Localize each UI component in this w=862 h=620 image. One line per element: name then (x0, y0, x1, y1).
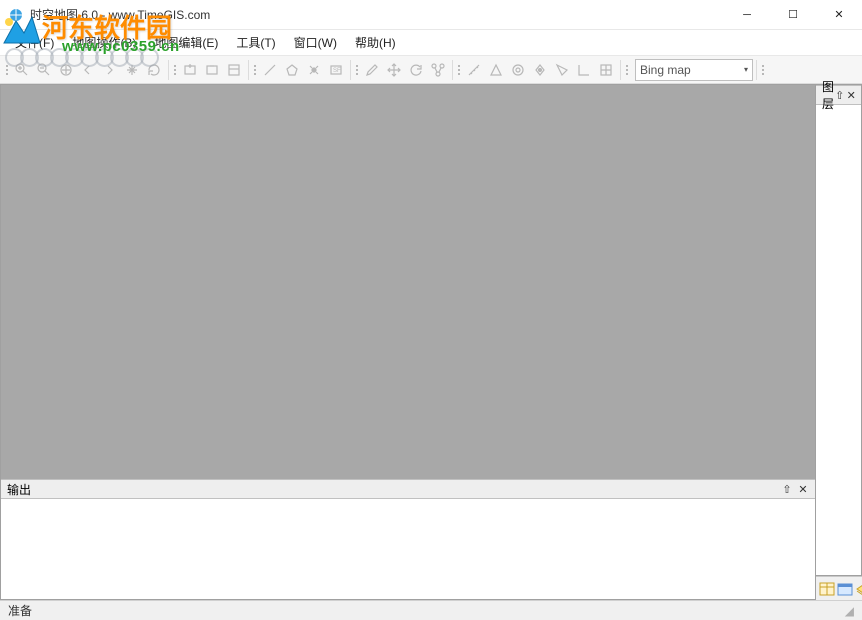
full-extent-icon[interactable] (55, 59, 77, 81)
toolbar-grip-5[interactable] (456, 60, 461, 80)
layer-properties-icon[interactable] (223, 59, 245, 81)
titlebar: 时空地图 6.0 - www.TimeGIS.com ─ ☐ ✕ (0, 0, 862, 30)
layers-panel-title: 图层 (822, 78, 834, 112)
refresh-icon[interactable] (143, 59, 165, 81)
map-provider-dropdown[interactable]: Bing map ▾ (635, 59, 753, 81)
statusbar: 准备 ◢ (0, 600, 862, 620)
next-view-icon[interactable] (99, 59, 121, 81)
toolbar-grip-2[interactable] (172, 60, 177, 80)
toolbar-grip[interactable] (4, 60, 9, 80)
add-layer-icon[interactable] (179, 59, 201, 81)
toolbar-grip-6[interactable] (624, 60, 629, 80)
close-button[interactable]: ✕ (816, 0, 862, 29)
tab-time[interactable] (837, 580, 853, 598)
dropdown-arrow-icon: ▾ (744, 65, 748, 74)
pan-icon[interactable] (121, 59, 143, 81)
maximize-button[interactable]: ☐ (770, 0, 816, 29)
geolocate-icon[interactable] (551, 59, 573, 81)
toolbar: SF Bing map ▾ (0, 56, 862, 84)
menu-tools[interactable]: 工具(T) (227, 31, 284, 54)
text-tool-icon[interactable]: SF (325, 59, 347, 81)
app-icon (8, 7, 24, 23)
menu-help[interactable]: 帮助(H) (346, 31, 405, 54)
window-title: 时空地图 6.0 - www.TimeGIS.com (30, 6, 724, 23)
rotate-icon[interactable] (405, 59, 427, 81)
menu-map-operation[interactable]: 地图操作(B) (63, 31, 145, 54)
toolbar-grip-3[interactable] (252, 60, 257, 80)
split-icon[interactable] (427, 59, 449, 81)
toolbar-grip-4[interactable] (354, 60, 359, 80)
polygon-tool-icon[interactable] (281, 59, 303, 81)
menubar: 文件(F) 地图操作(B) 地图编辑(E) 工具(T) 窗口(W) 帮助(H) (0, 30, 862, 56)
menu-file[interactable]: 文件(F) (6, 31, 63, 54)
status-text: 准备 (8, 602, 32, 619)
zoom-out-icon[interactable] (33, 59, 55, 81)
measure-line-icon[interactable] (463, 59, 485, 81)
output-panel-title: 输出 (7, 481, 779, 498)
previous-view-icon[interactable] (77, 59, 99, 81)
right-tab-strip (816, 576, 862, 600)
edit-icon[interactable] (361, 59, 383, 81)
center-icon[interactable] (529, 59, 551, 81)
pin-icon[interactable]: ⇧ (834, 89, 845, 102)
line-tool-icon[interactable] (259, 59, 281, 81)
grid-icon[interactable] (595, 59, 617, 81)
move-icon[interactable] (383, 59, 405, 81)
resize-grip-icon[interactable]: ◢ (845, 604, 854, 618)
output-panel: 输出 ⇧ ✕ (1, 479, 815, 599)
zoom-in-icon[interactable] (11, 59, 33, 81)
measure-area-icon[interactable] (485, 59, 507, 81)
point-tool-icon[interactable] (303, 59, 325, 81)
svg-text:SF: SF (333, 68, 341, 74)
tab-layer-alt[interactable] (855, 580, 862, 598)
map-provider-value: Bing map (640, 63, 691, 77)
map-canvas[interactable] (1, 85, 815, 479)
output-textarea[interactable] (1, 499, 815, 599)
pin-icon[interactable]: ⇧ (779, 483, 795, 496)
buffer-icon[interactable] (507, 59, 529, 81)
tab-table[interactable] (819, 580, 835, 598)
toolbar-grip-7[interactable] (760, 60, 765, 80)
corner-icon[interactable] (573, 59, 595, 81)
menu-window[interactable]: 窗口(W) (285, 31, 346, 54)
menu-map-edit[interactable]: 地图编辑(E) (145, 31, 227, 54)
panel-close-icon[interactable]: ✕ (846, 89, 857, 102)
remove-layer-icon[interactable] (201, 59, 223, 81)
minimize-button[interactable]: ─ (724, 0, 770, 29)
panel-close-icon[interactable]: ✕ (795, 483, 811, 496)
